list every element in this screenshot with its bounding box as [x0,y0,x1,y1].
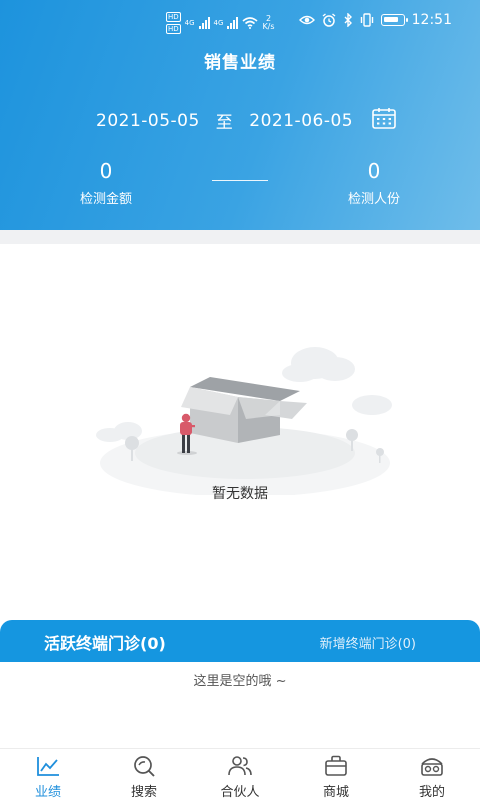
calendar-icon[interactable] [372,107,396,129]
status-right: 12:51 [298,12,452,28]
tab-label: 业绩 [34,785,61,800]
bottom-tab-bar: 业绩 搜索 合伙人 商城 我的 [0,748,480,800]
empty-state-text: 暂无数据 [212,486,268,502]
status-bar: HD HD 4G 4G 2 K/s 12:51 [0,0,480,44]
net-speed: 2 K/s [262,14,275,31]
stat-value: 0 [367,159,381,183]
new-clinics-link[interactable]: 新增终端门诊(0) [320,633,416,652]
signal-icon [198,17,210,29]
active-clinics-title: 活跃终端门诊(0) [44,634,166,653]
end-date[interactable]: 2021-06-05 [249,111,353,131]
status-left: HD HD 4G 4G 2 K/s [166,12,275,34]
wifi-icon [242,17,258,29]
empty-box-illustration [96,347,392,495]
network-type: 4G [213,19,224,27]
hd-badge: HD [166,12,181,22]
bluetooth-icon [344,13,352,27]
network-type: 4G [184,19,195,27]
tab-profile[interactable]: 我的 [384,749,480,800]
shop-icon [325,755,347,776]
alarm-icon [322,13,336,27]
partners-icon [228,756,252,776]
chart-icon [37,757,59,776]
tab-search[interactable]: 搜索 [96,749,192,800]
vibrate-icon [360,13,373,27]
tab-label: 搜索 [130,785,157,800]
tab-label: 我的 [418,785,445,800]
hd-badges: HD HD [166,12,181,34]
date-range: 2021-05-05 至 2021-06-05 [96,108,353,134]
page-title: 销售业绩 [204,53,276,73]
search-icon [134,756,155,777]
tab-label: 合伙人 [220,785,260,800]
hd-badge: HD [166,24,181,34]
signal-icon [227,17,239,29]
section-divider [0,230,480,244]
stat-label: 检测金额 [79,192,132,207]
stat-value: 0 [99,159,113,183]
clock: 12:51 [411,12,452,28]
profile-icon [421,758,443,776]
tab-shop[interactable]: 商城 [288,749,384,800]
active-clinics-header: 活跃终端门诊(0) 新增终端门诊(0) [0,620,480,662]
stat-test-amount: 0 检测金额 [46,158,166,207]
stat-test-count: 0 检测人份 [314,158,434,207]
tab-partners[interactable]: 合伙人 [192,749,288,800]
start-date[interactable]: 2021-05-05 [96,111,200,131]
tab-performance[interactable]: 业绩 [0,749,96,800]
header: HD HD 4G 4G 2 K/s 12:51 销售业绩 2021-05-05 … [0,0,480,230]
date-separator: 至 [215,113,234,133]
stat-label: 检测人份 [347,192,400,207]
stat-divider [212,180,268,181]
eye-icon [298,15,315,25]
empty-list-text: 这里是空的哦 ~ [193,674,287,689]
tab-label: 商城 [322,785,349,800]
battery-icon [380,14,408,26]
